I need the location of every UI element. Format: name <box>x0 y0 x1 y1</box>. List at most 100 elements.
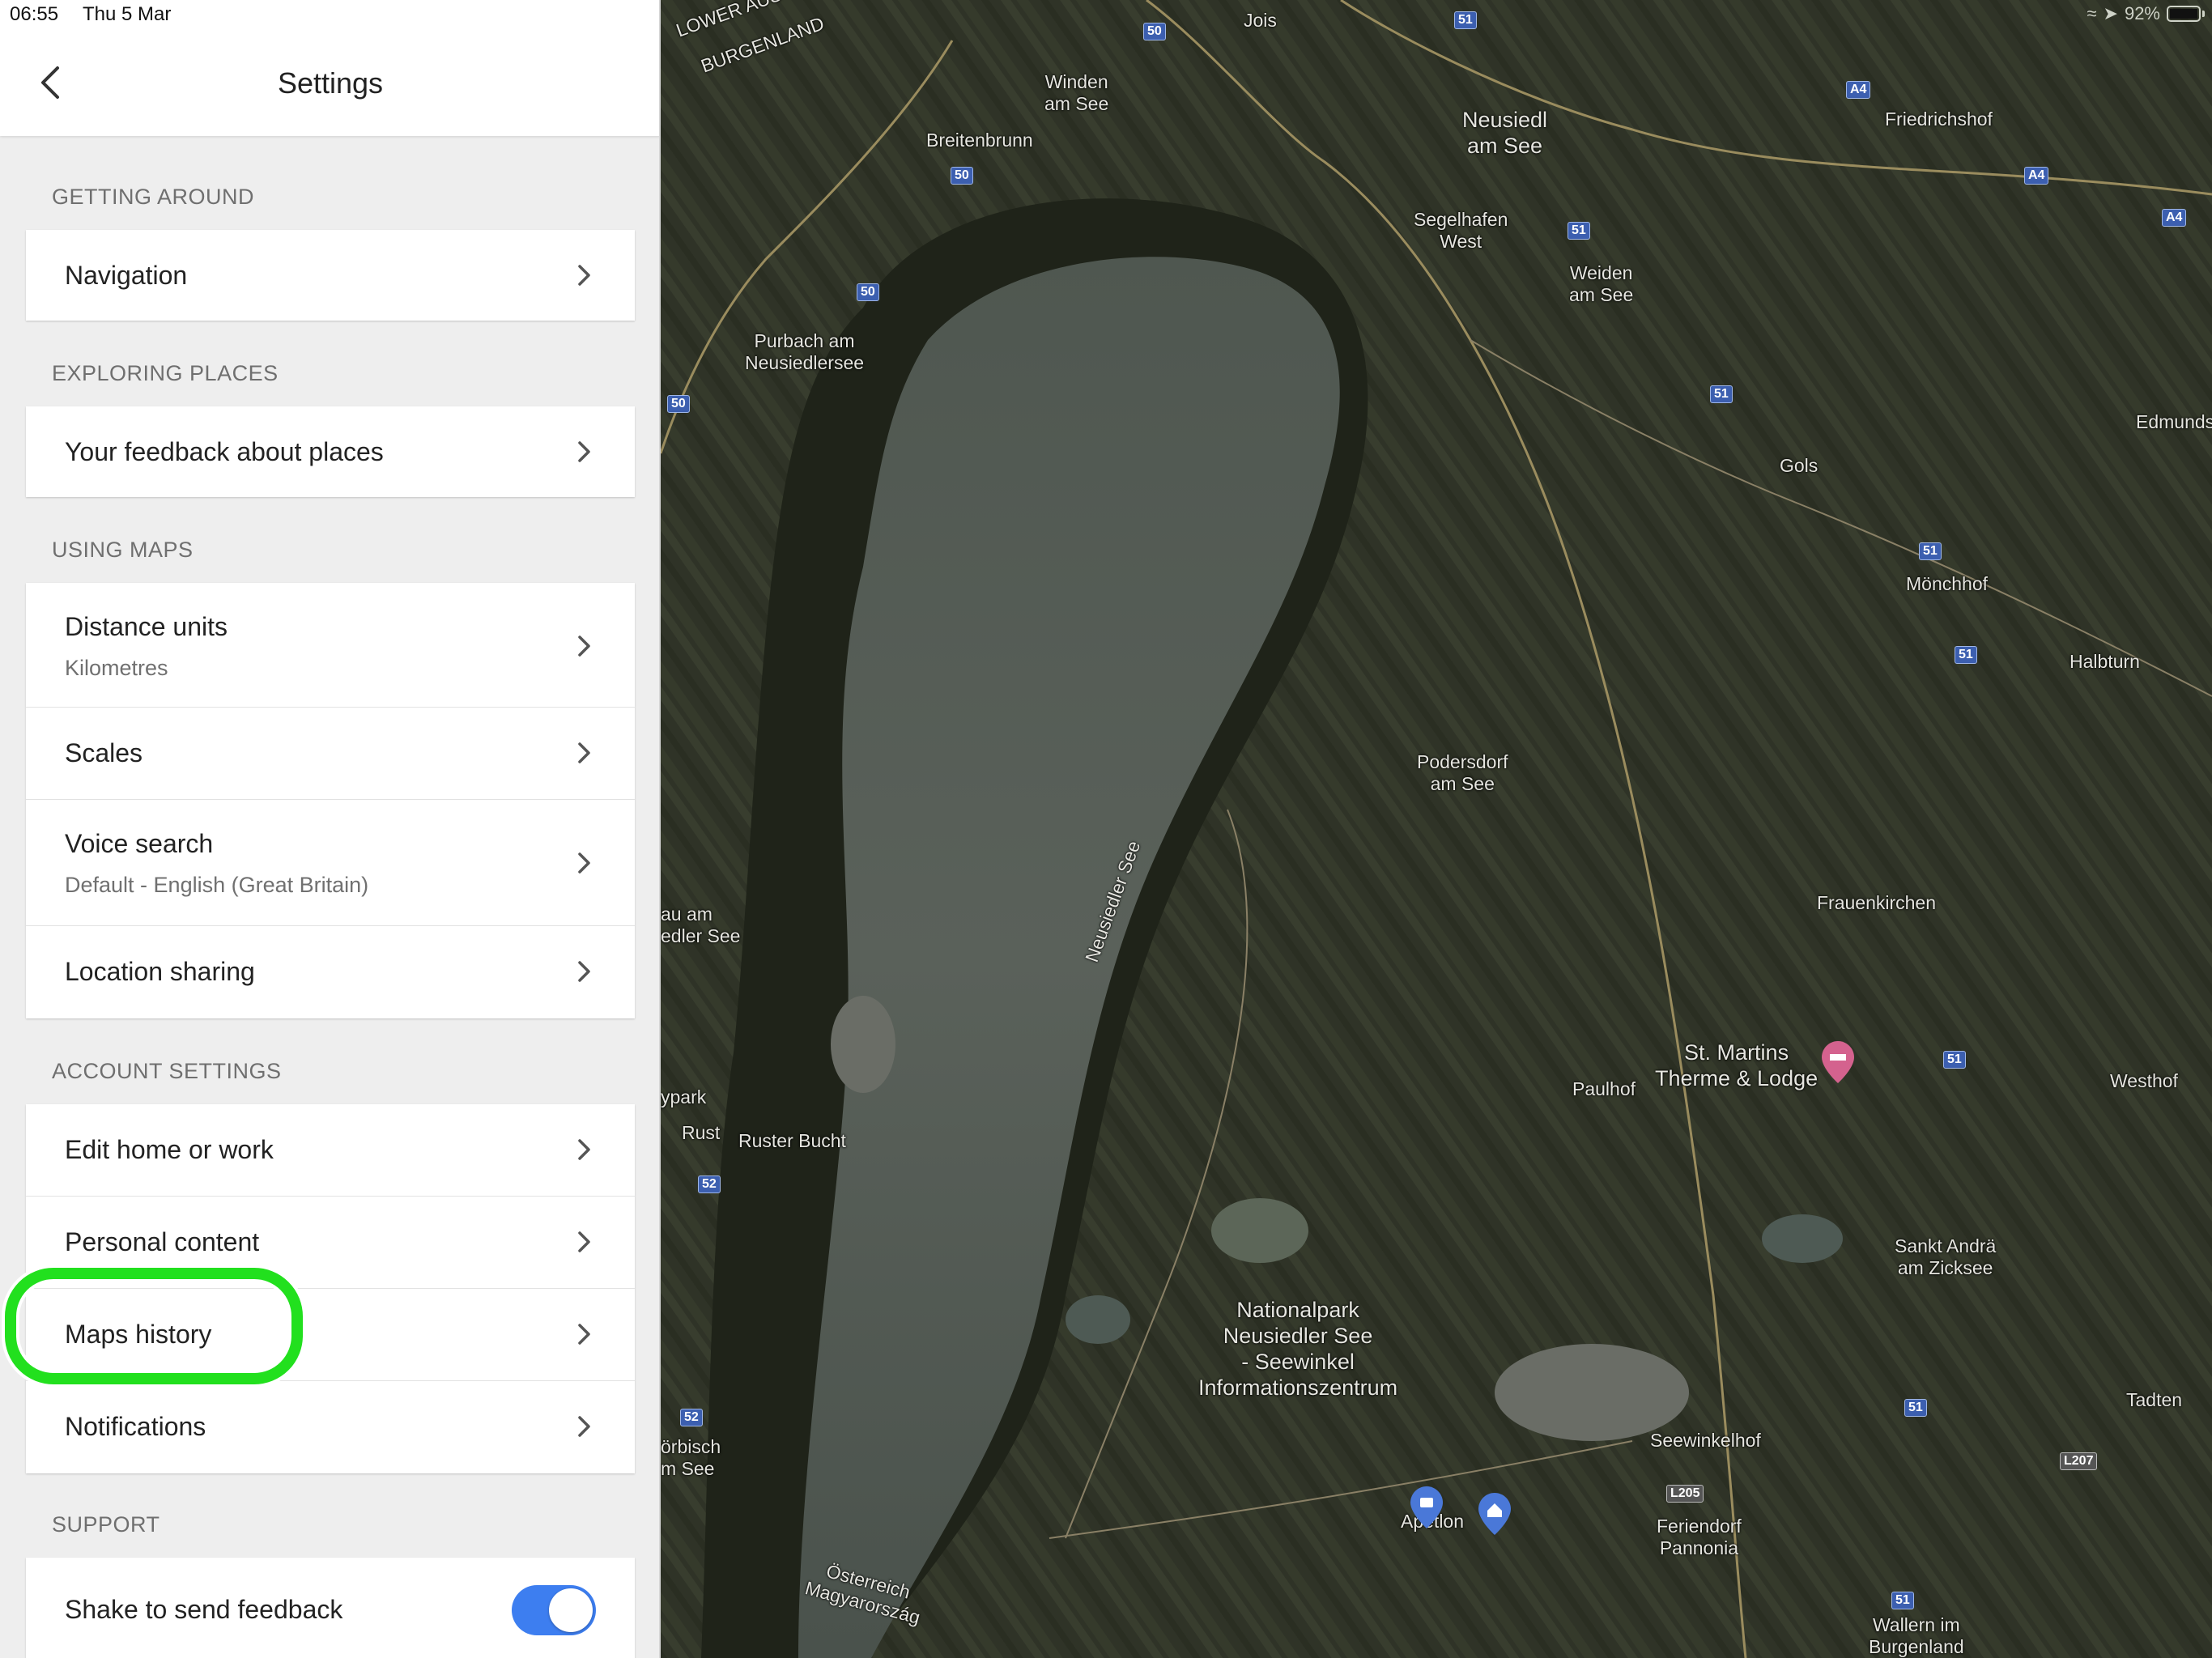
map-label-neusiedl: Neusiedl am See <box>1462 108 1548 158</box>
road-shield: 51 <box>1568 222 1590 240</box>
map-label-frauenkirchen: Frauenkirchen <box>1817 892 1937 913</box>
settings-item-label: Voice search <box>65 829 214 858</box>
map-label-nationalpark: Nationalpark Neusiedler See - Seewinkel … <box>1198 1298 1398 1400</box>
chevron-right-icon <box>576 440 593 463</box>
road-shield: L205 <box>1666 1485 1704 1503</box>
map-label-purbach: Purbach am Neusiedlersee <box>745 330 865 373</box>
map-label-weiden: Weiden am See <box>1569 262 1634 305</box>
road-shield: L207 <box>2060 1452 2098 1470</box>
map-label-winden: Winden am See <box>1044 71 1109 114</box>
hotel-pin-icon[interactable] <box>1822 1041 1854 1083</box>
settings-item-personal-content[interactable]: Personal content <box>26 1197 635 1289</box>
settings-panel: Settings GETTING AROUND Navigation EXPLO… <box>0 0 661 1658</box>
wifi-icon: ≈ <box>2087 3 2097 23</box>
settings-item-maps-history[interactable]: Maps history <box>26 1289 635 1381</box>
satellite-map[interactable]: LOWER AUS BURGENLAND Jois Winden am See … <box>661 0 2212 1658</box>
road-shield: 51 <box>1904 1399 1927 1417</box>
settings-item-navigation[interactable]: Navigation <box>26 230 635 321</box>
road-shield: 51 <box>1919 542 1942 560</box>
map-label-podersdorf: Podersdorf am See <box>1417 751 1508 794</box>
road-shield: 51 <box>1891 1592 1914 1609</box>
settings-item-label: Maps history <box>65 1320 212 1349</box>
map-label-sankt-andra: Sankt Andrä am Zicksee <box>1895 1235 1997 1278</box>
map-label-breitenbrunn: Breitenbrunn <box>926 130 1033 151</box>
settings-item-label: Location sharing <box>65 957 255 986</box>
settings-item-notifications[interactable]: Notifications <box>26 1381 635 1473</box>
map-label-jois: Jois <box>1244 10 1277 31</box>
chevron-right-icon <box>576 1323 593 1346</box>
home-pin-icon[interactable] <box>1478 1493 1511 1535</box>
battery-percent: 92% <box>2124 3 2160 23</box>
map-label-friedrichshof: Friedrichshof <box>1885 108 1993 130</box>
chevron-right-icon <box>576 1231 593 1253</box>
settings-item-value: Default - English (Great Britain) <box>65 873 369 897</box>
settings-item-distance-units[interactable]: Distance units Kilometres <box>26 583 635 708</box>
status-date: Thu 5 Mar <box>83 3 172 25</box>
settings-item-label: Navigation <box>65 261 188 290</box>
settings-item-location-sharing[interactable]: Location sharing <box>26 926 635 1018</box>
settings-item-feedback-places[interactable]: Your feedback about places <box>26 406 635 497</box>
road-shield: 50 <box>951 167 973 185</box>
road-shield: 52 <box>698 1175 721 1193</box>
map-label-seewinkelhof: Seewinkelhof <box>1650 1430 1761 1451</box>
section-label-support: SUPPORT <box>52 1512 160 1537</box>
road-shield: 51 <box>1943 1051 1966 1069</box>
settings-item-label: Personal content <box>65 1227 260 1256</box>
card-exploring-places: Your feedback about places <box>26 406 635 497</box>
map-label-gols: Gols <box>1780 455 1819 476</box>
map-label-ruster-bucht: Ruster Bucht <box>738 1130 846 1151</box>
map-label-tadten: Tadten <box>2126 1389 2183 1410</box>
map-label-rust-am: au am edler See <box>661 903 741 946</box>
section-label-account-settings: ACCOUNT SETTINGS <box>52 1059 282 1083</box>
chevron-right-icon <box>576 1138 593 1161</box>
map-label-wallern: Wallern im Burgenland <box>1869 1614 1964 1657</box>
chevron-right-icon <box>576 742 593 764</box>
card-support: Shake to send feedback <box>26 1558 635 1658</box>
section-label-using-maps: USING MAPS <box>52 538 194 562</box>
map-label-paulhof: Paulhof <box>1572 1078 1636 1099</box>
settings-item-voice-search[interactable]: Voice search Default - English (Great Br… <box>26 800 635 926</box>
map-label-segelhafen: Segelhafen West <box>1414 209 1508 252</box>
map-label-halbturn: Halbturn <box>2069 651 2140 672</box>
road-shield: 50 <box>1143 23 1166 40</box>
map-label-edmunds: Edmunds <box>2136 411 2212 432</box>
map-label-ypark: ypark <box>661 1086 707 1107</box>
shake-feedback-toggle[interactable] <box>512 1585 596 1635</box>
road-shield: 50 <box>857 283 879 301</box>
status-time: 06:55 <box>10 3 59 25</box>
settings-item-label: Scales <box>65 738 143 767</box>
battery-icon <box>2167 6 2205 22</box>
page-title: Settings <box>277 66 384 100</box>
settings-item-scales[interactable]: Scales <box>26 708 635 800</box>
chevron-right-icon <box>576 852 593 874</box>
road-shield: A4 <box>2024 167 2049 185</box>
settings-item-label: Shake to send feedback <box>65 1595 343 1624</box>
chevron-right-icon <box>576 960 593 983</box>
road-shield: 50 <box>667 395 690 413</box>
location-icon: ➤ <box>2103 3 2118 23</box>
settings-item-edit-home-work[interactable]: Edit home or work <box>26 1104 635 1197</box>
map-label-westhof: Westhof <box>2110 1070 2178 1091</box>
map-label-feriendorf: Feriendorf Pannonia <box>1657 1516 1742 1558</box>
road-shield: 51 <box>1955 646 1977 664</box>
settings-item-label: Notifications <box>65 1412 206 1441</box>
section-label-exploring-places: EXPLORING PLACES <box>52 361 279 385</box>
settings-item-value: Kilometres <box>65 656 168 680</box>
settings-item-label: Distance units <box>65 612 228 641</box>
section-label-getting-around: GETTING AROUND <box>52 185 255 209</box>
card-getting-around: Navigation <box>26 230 635 321</box>
place-pin-icon[interactable] <box>1410 1486 1443 1528</box>
road-shield: 51 <box>1710 385 1733 403</box>
map-label-st-martins: St. Martins Therme & Lodge <box>1655 1040 1819 1090</box>
status-indicators: ≈ ➤ 92% <box>2087 3 2205 24</box>
road-shield: 51 <box>1454 11 1477 29</box>
road-shield: A4 <box>1846 81 1871 99</box>
card-using-maps: Distance units Kilometres Scales Voice s… <box>26 583 635 1018</box>
settings-item-shake-feedback: Shake to send feedback <box>26 1558 635 1658</box>
settings-item-label: Edit home or work <box>65 1135 274 1164</box>
chevron-right-icon <box>576 1415 593 1438</box>
chevron-right-icon <box>576 264 593 287</box>
toggle-knob <box>549 1588 593 1632</box>
settings-item-label: Your feedback about places <box>65 437 384 466</box>
road-shield: 52 <box>680 1409 703 1426</box>
